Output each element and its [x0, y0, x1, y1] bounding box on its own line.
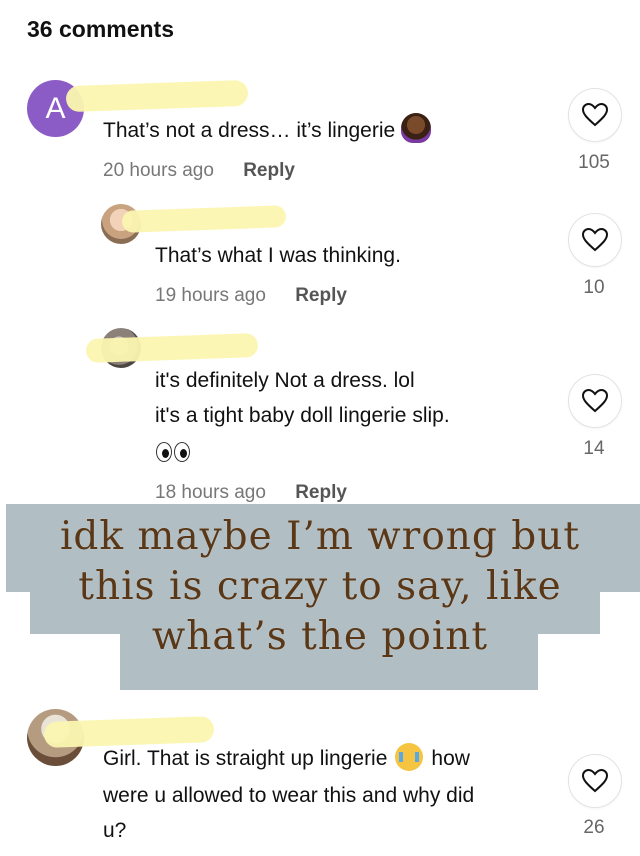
timestamp: 18 hours ago	[155, 482, 266, 503]
comment-text-line-3: u?	[103, 819, 127, 842]
woman-gesturing-no-emoji-icon	[401, 113, 432, 143]
comment-meta: 18 hours ago Reply	[155, 482, 347, 504]
heart-icon	[582, 769, 608, 793]
username-redaction	[121, 205, 287, 233]
avatar-letter: A	[45, 92, 66, 125]
like-count: 14	[583, 438, 605, 459]
comment-text-line-2: it's a tight baby doll lingerie slip.	[155, 404, 450, 427]
timestamp: 20 hours ago	[103, 160, 214, 181]
caption-line-3: what’s the point	[151, 614, 489, 659]
heart-icon	[582, 228, 608, 252]
caption-overlay: idk maybe I’m wrong but this is crazy to…	[0, 512, 640, 662]
like-button[interactable]	[568, 374, 622, 428]
heart-icon	[582, 389, 608, 413]
eyes-emoji-icon	[156, 442, 192, 467]
username-redaction	[65, 79, 249, 113]
comment-text-line-1: Girl. That is straight up lingerie how	[103, 741, 470, 777]
like-button[interactable]	[568, 88, 622, 142]
heart-icon	[582, 103, 608, 127]
like-button[interactable]	[568, 754, 622, 808]
timestamp: 19 hours ago	[155, 285, 266, 306]
comment-text-line-2: were u allowed to wear this and why did	[103, 784, 475, 807]
reply-button[interactable]: Reply	[295, 285, 347, 306]
username-redaction	[85, 333, 259, 363]
comment-text-line-1: it's definitely Not a dress. lol	[155, 369, 415, 392]
reply-button[interactable]: Reply	[295, 482, 347, 503]
comment-text: That’s not a dress… it’s lingerie	[103, 113, 432, 149]
comment-text: That’s what I was thinking.	[155, 244, 401, 267]
comments-count-title: 36 comments	[27, 16, 175, 42]
like-button[interactable]	[568, 213, 622, 267]
comment-meta: 19 hours ago Reply	[155, 285, 347, 307]
reply-button[interactable]: Reply	[243, 160, 295, 181]
caption-line-2: this is crazy to say, like	[78, 564, 562, 609]
crying-face-emoji-icon	[395, 743, 424, 771]
comment-meta: 20 hours ago Reply	[103, 160, 295, 182]
like-count: 26	[583, 817, 605, 838]
like-count: 10	[583, 277, 605, 298]
caption-line-1: idk maybe I’m wrong but	[59, 514, 581, 559]
like-count: 105	[578, 152, 610, 173]
